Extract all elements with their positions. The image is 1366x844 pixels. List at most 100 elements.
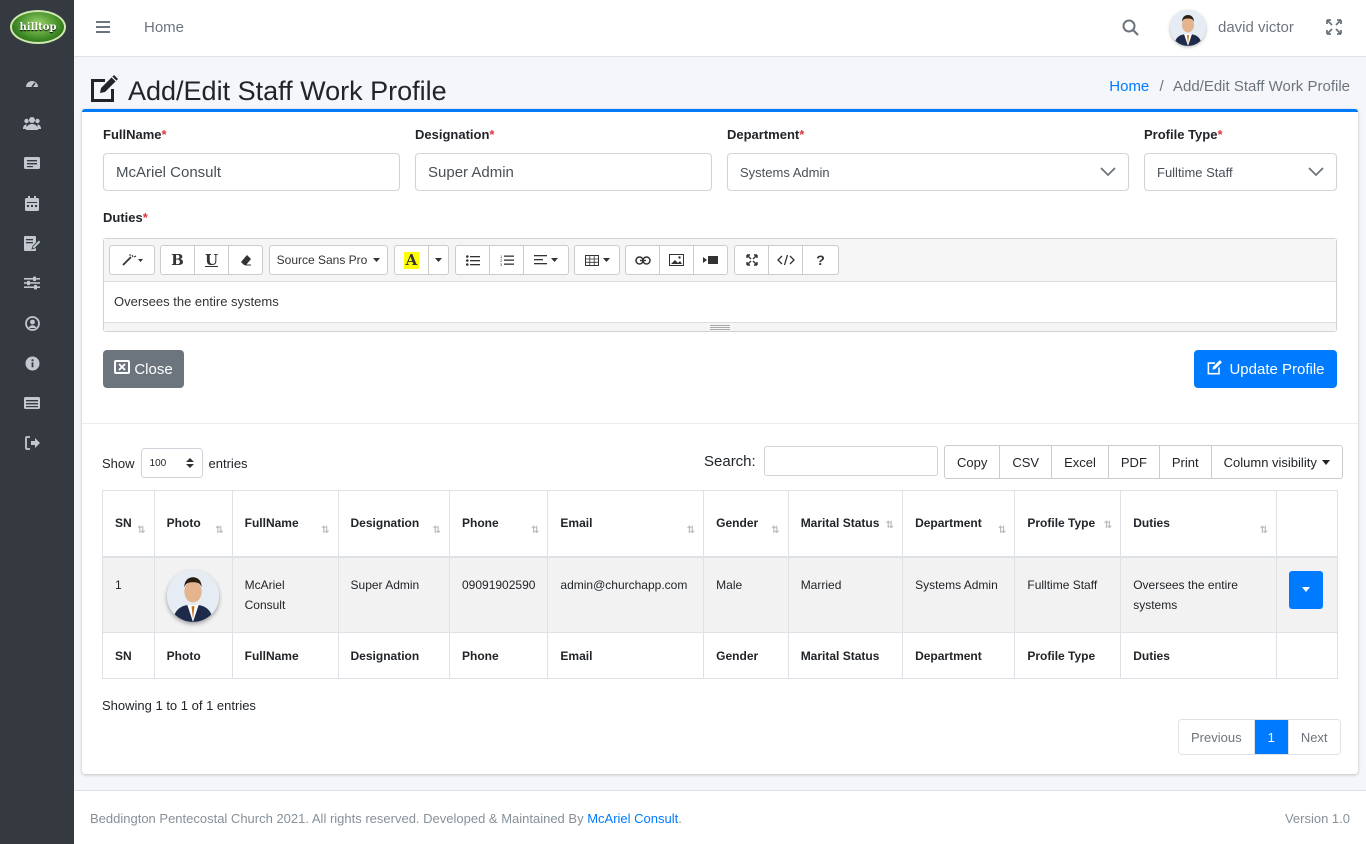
nav-home-link[interactable]: Home (144, 19, 184, 36)
video-icon[interactable] (693, 245, 728, 275)
cell-fullname: McAriel Consult (231, 556, 339, 633)
col-photo[interactable]: Photo ⇅ (153, 490, 233, 558)
designation-field[interactable]: Super Admin (415, 153, 712, 191)
col-profile-type[interactable]: Profile Type ⇅ (1014, 490, 1122, 558)
link-icon[interactable] (625, 245, 660, 275)
row-actions-dropdown[interactable] (1289, 570, 1324, 609)
user-circle-icon[interactable] (22, 313, 42, 333)
pagination-previous[interactable]: Previous (1179, 720, 1255, 754)
close-button[interactable]: Close (103, 350, 184, 388)
pdf-button[interactable]: PDF (1108, 446, 1160, 478)
bold-icon[interactable]: B (160, 245, 195, 275)
sort-icon: ⇅ (531, 524, 540, 536)
export-buttons: Copy CSV Excel PDF Print Column visibili… (944, 445, 1343, 479)
sort-icon: ⇅ (321, 524, 330, 536)
list-card-icon[interactable] (22, 153, 42, 173)
user-name[interactable]: david victor (1218, 19, 1294, 36)
col-department[interactable]: Department ⇅ (902, 490, 1016, 558)
col-sn[interactable]: SN ⇅ (102, 490, 155, 558)
cell-duties: Oversees the entire systems (1120, 556, 1278, 633)
pagination-page-1[interactable]: 1 (1254, 720, 1289, 754)
updown-icon (185, 458, 194, 468)
fullscreen-editor-icon[interactable] (734, 245, 769, 275)
table-icon[interactable] (574, 245, 620, 275)
col-duties[interactable]: Duties ⇅ (1120, 490, 1278, 558)
column-visibility-button[interactable]: Column visibility (1211, 446, 1342, 478)
page-length-select[interactable]: 100 (140, 448, 203, 478)
brand-logo[interactable]: hilltop (10, 10, 66, 44)
editor-resize-handle[interactable] (104, 322, 1336, 331)
align-icon[interactable] (523, 245, 569, 275)
sidebar: hilltop (0, 0, 74, 844)
text-color-icon[interactable]: A (394, 245, 429, 275)
duties-text[interactable]: Oversees the entire systems (104, 282, 1336, 321)
chevron-down-icon (1100, 165, 1116, 180)
users-icon[interactable] (22, 113, 42, 133)
image-icon[interactable] (659, 245, 694, 275)
color-dropdown-button[interactable] (428, 245, 449, 275)
excel-button[interactable]: Excel (1052, 446, 1109, 478)
page-title: Add/Edit Staff Work Profile (88, 73, 447, 110)
caret-down-icon (1321, 459, 1330, 465)
info-icon[interactable] (22, 353, 42, 373)
chevron-down-icon (1308, 165, 1324, 180)
profile-card: FullName* McAriel Consult Designation* S… (82, 109, 1358, 774)
code-view-icon[interactable] (768, 245, 803, 275)
editor-toolbar: B U Source Sans Pro A 123 ? (104, 239, 1336, 282)
page-title-text: Add/Edit Staff Work Profile (128, 76, 447, 106)
print-button[interactable]: Print (1159, 446, 1212, 478)
fullname-field[interactable]: McAriel Consult (103, 153, 400, 191)
user-avatar[interactable] (1170, 10, 1206, 46)
designation-label: Designation* (415, 127, 495, 142)
breadcrumb: Home / Add/Edit Staff Work Profile (1109, 78, 1350, 95)
table-row[interactable]: 1 McAriel Consult Super Admin 0909190259… (102, 556, 1338, 633)
ordered-list-icon[interactable]: 123 (489, 245, 524, 275)
breadcrumb-home-link[interactable]: Home (1109, 78, 1149, 95)
menu-toggle-icon[interactable] (96, 20, 112, 34)
fullscreen-icon[interactable] (1326, 19, 1342, 38)
svg-text:3: 3 (500, 262, 503, 266)
table-search: Search: (704, 446, 938, 476)
col-email[interactable]: Email ⇅ (547, 490, 705, 558)
pagination-next[interactable]: Next (1288, 720, 1340, 754)
duties-editor: B U Source Sans Pro A 123 ? Oversees the… (103, 238, 1337, 332)
close-icon (114, 360, 131, 378)
sort-icon: ⇅ (432, 524, 441, 536)
csv-button[interactable]: CSV (1000, 446, 1053, 478)
footer-version: Version 1.0 (1284, 811, 1350, 826)
table-header-row: SN ⇅ Photo ⇅ FullName ⇅ Designation ⇅ Phone ⇅… (102, 490, 1338, 558)
editor-style-button[interactable] (109, 245, 155, 275)
records-icon[interactable] (22, 393, 42, 413)
table-search-input[interactable] (763, 446, 938, 476)
calendar-icon[interactable] (22, 193, 42, 213)
cell-profile-type: Fulltime Staff (1014, 556, 1122, 633)
col-designation[interactable]: Designation ⇅ (337, 490, 451, 558)
col-phone[interactable]: Phone ⇅ (448, 490, 549, 558)
pagination: Previous 1 Next (1178, 719, 1341, 755)
col-marital-status[interactable]: Marital Status ⇅ (787, 490, 904, 558)
col-fullname[interactable]: FullName ⇅ (231, 490, 339, 558)
update-profile-button[interactable]: Update Profile (1194, 350, 1337, 388)
dashboard-icon[interactable] (22, 73, 42, 93)
logout-icon[interactable] (22, 433, 42, 453)
sliders-icon[interactable] (22, 273, 42, 293)
font-family-dropdown[interactable]: Source Sans Pro (269, 245, 388, 275)
department-label: Department* (727, 127, 805, 142)
copy-button[interactable]: Copy (945, 446, 1001, 478)
bullet-list-icon[interactable] (455, 245, 490, 275)
underline-icon[interactable]: U (194, 245, 229, 275)
col-gender[interactable]: Gender ⇅ (703, 490, 789, 558)
profile-type-value: Fulltime Staff (1157, 164, 1233, 180)
eraser-icon[interactable] (228, 245, 263, 275)
help-icon[interactable]: ? (802, 245, 839, 275)
file-edit-icon[interactable] (22, 233, 42, 253)
profile-type-select[interactable]: Fulltime Staff (1144, 153, 1337, 191)
search-icon[interactable] (1122, 19, 1139, 39)
profile-type-label: Profile Type* (1144, 127, 1223, 142)
cell-actions (1276, 556, 1338, 633)
staff-photo (166, 569, 219, 622)
edit-icon (1206, 359, 1223, 379)
footer-copyright: Beddington Pentecostal Church 2021. All … (90, 811, 682, 826)
footer-link[interactable]: McAriel Consult (587, 811, 678, 826)
department-select[interactable]: Systems Admin (727, 153, 1129, 191)
